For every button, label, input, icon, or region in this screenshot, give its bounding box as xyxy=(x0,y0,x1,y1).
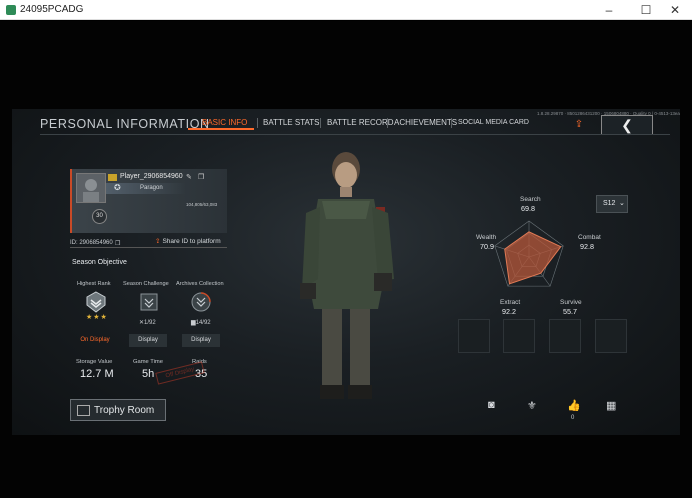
tab-divider xyxy=(387,118,388,128)
window-title: 24095PCADG xyxy=(20,4,84,15)
radar-label-search: Search xyxy=(520,196,541,203)
share-id-label: Share ID to platform xyxy=(162,238,221,245)
radar-label-extract: Extract xyxy=(500,299,521,306)
trophy-room-label: Trophy Room xyxy=(94,405,155,416)
share-icon[interactable]: ⇪ xyxy=(572,118,586,132)
chevron-down-icon: ⌄ xyxy=(619,200,625,207)
thumbs-up-icon[interactable]: 👍 xyxy=(567,399,581,412)
season-challenge-icon xyxy=(140,293,158,311)
highest-rank-emblem-icon xyxy=(86,291,106,313)
equipment-slot[interactable] xyxy=(503,319,535,353)
storage-value: 12.7 M xyxy=(80,368,114,380)
radar-label-wealth: Wealth xyxy=(476,234,497,241)
minimize-button[interactable]: – xyxy=(592,0,626,20)
tab-divider xyxy=(451,118,452,128)
personal-info-panel: PERSONAL INFORMATION 1.8.28.29870 · 8501… xyxy=(12,109,680,435)
radar-value-wealth: 70.9 xyxy=(480,242,494,251)
equipment-slot[interactable] xyxy=(549,319,581,353)
header-divider xyxy=(40,134,670,135)
copy-icon[interactable]: ❐ xyxy=(198,173,204,181)
trophy-room-button[interactable]: Trophy Room xyxy=(70,399,166,421)
equipment-slot[interactable] xyxy=(458,319,490,353)
page-title: PERSONAL INFORMATION xyxy=(40,117,210,131)
trophy-room-icon xyxy=(77,405,90,416)
section-divider xyxy=(70,247,227,248)
radar-label-combat: Combat xyxy=(578,234,601,241)
count-value: 14/92 xyxy=(195,320,211,326)
objective-label: Season Challenge xyxy=(123,281,169,287)
edit-icon[interactable]: ✎ xyxy=(186,173,192,181)
radar-data-polygon xyxy=(504,231,562,285)
like-count: 0 xyxy=(571,415,575,421)
close-button[interactable]: ✕ xyxy=(658,0,692,20)
tab-divider xyxy=(320,118,321,128)
rank-emblem-icon: ✪ xyxy=(114,183,121,192)
character-model xyxy=(300,152,394,399)
stat-label: Storage Value xyxy=(76,359,113,365)
archives-collection-icon xyxy=(191,292,211,312)
tab-basic-info[interactable]: BASIC INFO xyxy=(202,118,247,127)
count-value: 1/92 xyxy=(144,320,156,326)
share-id-button[interactable]: ⇪ Share ID to platform xyxy=(155,237,221,245)
display-button[interactable]: Display xyxy=(129,334,167,347)
stats-radar-chart: Search 69.8 Combat 92.8 Survive 55.7 Ext… xyxy=(464,195,601,316)
tab-social-media-card[interactable]: SOCIAL MEDIA CARD xyxy=(458,119,529,126)
tab-battle-stats[interactable]: BATTLE STATS xyxy=(263,118,319,127)
radar-label-survive: Survive xyxy=(560,299,582,306)
objective-label: Archives Collection xyxy=(176,281,224,287)
copy-id-icon[interactable]: ❐ xyxy=(115,240,120,247)
tab-divider xyxy=(257,118,258,128)
radar-value-survive: 55.7 xyxy=(563,307,577,316)
emblem-icon[interactable]: ⚜ xyxy=(527,399,537,412)
back-button[interactable]: ❮ xyxy=(601,115,653,135)
name-tag-icon xyxy=(108,174,117,181)
profile-card: 30 Player_2906854960 ✎ ❐ ✪ Paragon 104,8… xyxy=(70,169,227,233)
radar-value-extract: 92.2 xyxy=(502,307,516,316)
id-label: ID: xyxy=(70,240,78,246)
tab-achievements[interactable]: ACHIEVEMENTS xyxy=(394,118,457,127)
season-value: S12 xyxy=(603,200,616,207)
game-time-value: 5h xyxy=(142,368,155,380)
active-tab-indicator xyxy=(188,128,254,130)
avatar[interactable] xyxy=(76,173,106,203)
player-name: Player_2906854960 xyxy=(120,173,183,180)
radar-value-combat: 92.8 xyxy=(580,242,594,251)
equipment-slot[interactable] xyxy=(595,319,627,353)
stat-label: Game Time xyxy=(133,359,163,365)
on-display-button[interactable]: On Display xyxy=(76,334,114,347)
card-number: 104,805/63,083 xyxy=(186,202,218,207)
share-icon: ⇪ xyxy=(155,238,161,245)
id-value: 2906854960 xyxy=(79,240,113,246)
season-challenge-count: ✕1/92 xyxy=(139,319,156,326)
grid-icon[interactable]: ▦ xyxy=(606,399,616,412)
rank-label: Paragon xyxy=(140,185,163,191)
objective-label: Highest Rank xyxy=(77,281,111,287)
rank-stars: ★★★ xyxy=(86,314,108,321)
season-objective-title: Season Objective xyxy=(72,259,127,266)
tab-battle-record[interactable]: BATTLE RECORD xyxy=(327,118,394,127)
player-id: ID: 2906854960 xyxy=(70,240,113,246)
level-badge: 30 xyxy=(92,209,107,224)
season-selector[interactable]: S12 ⌄ xyxy=(596,195,628,213)
radar-value-search: 69.8 xyxy=(521,204,535,213)
archives-count: ▆14/92 xyxy=(191,319,211,326)
title-bar: 24095PCADG – ☐ ✕ xyxy=(0,0,692,20)
game-viewport: PERSONAL INFORMATION 1.8.28.29870 · 8501… xyxy=(0,21,692,498)
app-icon xyxy=(6,5,16,15)
camera-icon[interactable]: ◙ xyxy=(488,399,495,411)
app-window: 24095PCADG – ☐ ✕ PERSONAL INFORMATION 1.… xyxy=(0,0,692,498)
display-button[interactable]: Display xyxy=(182,334,220,347)
